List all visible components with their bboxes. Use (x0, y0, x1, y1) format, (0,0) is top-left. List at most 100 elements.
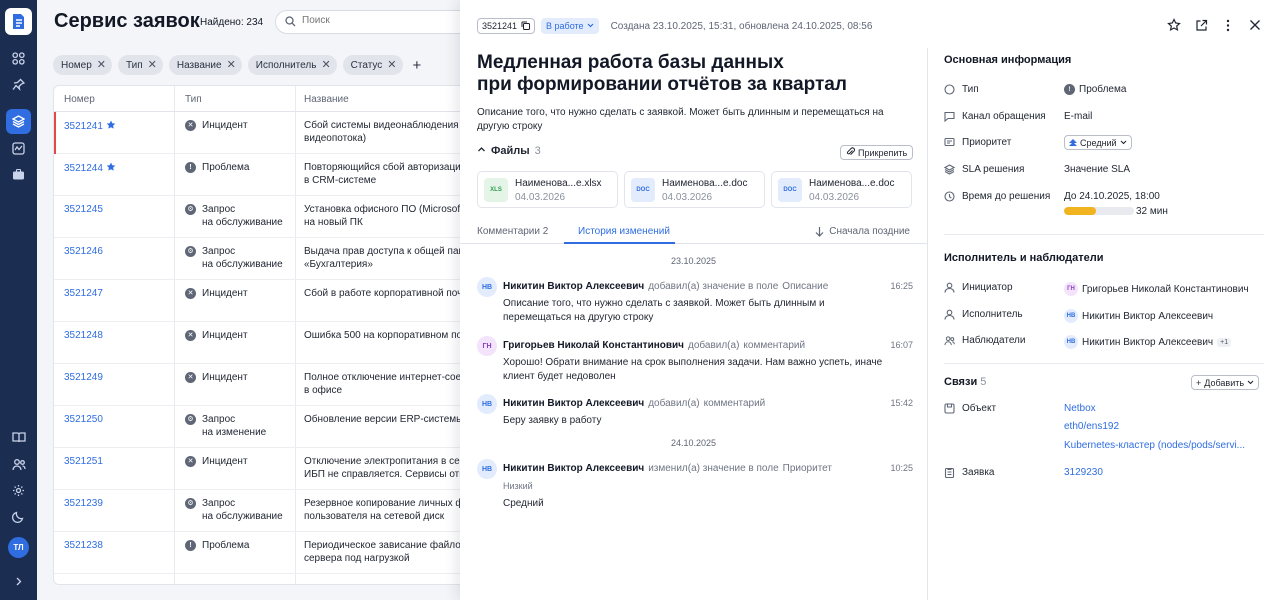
gear-circle-icon: ⚙ (185, 414, 196, 425)
moon-icon[interactable] (6, 504, 31, 529)
ticket-number-link[interactable]: 3521247 (64, 288, 103, 299)
tab-history[interactable]: История изменений (578, 226, 670, 237)
doc-file-icon: DOC (631, 178, 655, 202)
ticket-number-link[interactable]: 3521250 (64, 414, 103, 425)
ticket-number-link[interactable]: 3521241 (64, 121, 103, 132)
info-row-initiator: Инициатор ГН Григорьев Николай Константин… (944, 280, 1264, 298)
close-icon[interactable]: ✕ (227, 59, 236, 71)
table-row[interactable]: 3521251 ✕ Инцидент Отключение электропитани… (54, 448, 460, 490)
ticket-number-link[interactable]: 3521246 (64, 246, 103, 257)
chevron-down-icon (1247, 378, 1254, 388)
files-toggle[interactable]: Файлы 3 (477, 145, 541, 157)
book-icon[interactable] (6, 425, 31, 450)
close-icon[interactable]: ✕ (387, 59, 396, 71)
table-row[interactable]: 3521246 ⚙ Запрос на обслуживание Выдача прав… (54, 238, 460, 280)
table-row[interactable]: 3521241 ✕ Инцидент Сбой системы видеонаблюд… (54, 112, 460, 154)
more-watchers-badge[interactable]: +1 (1217, 337, 1232, 347)
search-box[interactable] (275, 10, 460, 34)
header-type[interactable]: Тип (185, 94, 202, 105)
app-logo-icon[interactable] (5, 8, 32, 35)
ticket-number-link[interactable]: 3521251 (64, 456, 103, 467)
star-icon[interactable] (1167, 18, 1181, 32)
search-icon (285, 16, 296, 30)
user-icon (944, 309, 955, 320)
attach-button[interactable]: Прикрепить (840, 145, 914, 160)
info-row-channel: Канал обращения E-mail (944, 109, 1264, 127)
avatar: ГН (477, 336, 497, 356)
user-avatar[interactable]: ТЛ (8, 537, 29, 558)
info-row-object-2: eth0/ens192 (944, 419, 1264, 437)
clipboard-icon (944, 467, 955, 478)
tab-comments[interactable]: Комментарии 2 (477, 226, 548, 237)
doc-file-icon: DOC (778, 178, 802, 202)
add-filter-icon[interactable]: + (413, 58, 422, 73)
table-row[interactable]: 3521245 ⚙ Запрос на обслуживание Установка о… (54, 196, 460, 238)
close-icon[interactable]: ✕ (148, 59, 157, 71)
object-link[interactable]: eth0/ens192 (1064, 421, 1119, 432)
gear-icon[interactable] (6, 478, 31, 503)
table-row[interactable]: 3521239 ⚙ Запрос на обслуживание Резервное к… (54, 490, 460, 532)
chevron-right-icon[interactable] (6, 569, 31, 594)
star-icon[interactable] (106, 120, 116, 133)
table-row[interactable]: 3521247 ✕ Инцидент Сбой в работе корпоратив… (54, 280, 460, 322)
star-icon[interactable] (106, 162, 116, 175)
filter-chip-status[interactable]: Статус ✕ (342, 55, 403, 75)
left-rail: ТЛ (0, 0, 37, 600)
sort-toggle[interactable]: Сначала поздние (815, 226, 910, 240)
divider (944, 363, 1264, 364)
table-header: Номер Тип Название (54, 86, 460, 112)
grid-icon[interactable] (6, 46, 31, 71)
close-icon[interactable]: ✕ (321, 59, 330, 71)
found-count: Найдено: 234 (200, 17, 264, 28)
ticket-description: Описание того, что нужно сделать с заявк… (477, 107, 884, 132)
header-name[interactable]: Название (304, 94, 349, 105)
filter-chip-type[interactable]: Тип ✕ (118, 55, 163, 75)
table-row[interactable]: 3521250 ⚙ Запрос на изменение Обновление вер… (54, 406, 460, 448)
table-row[interactable]: 3521248 ✕ Инцидент Ошибка 500 на корпоратив… (54, 322, 460, 364)
table-row[interactable]: 3521244! Проблема Повторяющийся сбой автор… (54, 154, 460, 196)
ticket-id-badge[interactable]: 3521241 (477, 18, 536, 34)
x-circle-icon: ✕ (185, 288, 196, 299)
pin-icon[interactable] (6, 72, 31, 97)
filter-chip-assignee[interactable]: Исполнитель ✕ (247, 55, 337, 75)
ticket-number-link[interactable]: 3521239 (64, 498, 103, 509)
activity-icon[interactable] (6, 136, 31, 161)
table-row[interactable]: 3521249 ✕ Инцидент Полное отключение интерн… (54, 364, 460, 406)
filter-chip-name[interactable]: Название ✕ (168, 55, 242, 75)
ticket-number-link[interactable]: 3521249 (64, 372, 103, 383)
file-card[interactable]: DOC Наименова...e.doc 04.03.2026 (624, 171, 765, 208)
plus-icon: + (1196, 377, 1202, 388)
object-link[interactable]: Kubernetes-кластер (nodes/pods/servi... (1064, 440, 1245, 451)
section-people: Исполнитель и наблюдатели (944, 252, 1104, 264)
ticket-number-link[interactable]: 3521238 (64, 540, 103, 551)
gear-circle-icon: ⚙ (185, 204, 196, 215)
search-input[interactable] (302, 15, 452, 26)
priority-dropdown[interactable]: Средний (1064, 135, 1132, 150)
layers-icon[interactable] (6, 109, 31, 134)
users-icon[interactable] (6, 452, 31, 477)
tickets-table: Номер Тип Название 3521241 ✕ Инцидент Сбой … (53, 85, 460, 585)
close-icon[interactable] (1248, 18, 1262, 32)
close-icon[interactable]: ✕ (97, 59, 106, 71)
gear-circle-icon: ⚙ (185, 246, 196, 257)
ticket-title: Медленная работа базы данных при формиро… (477, 52, 847, 95)
files-list: XLS Наименова...e.xlsx 04.03.2026 DOC На… (477, 171, 912, 208)
x-circle-icon: ✕ (185, 120, 196, 131)
file-card[interactable]: XLS Наименова...e.xlsx 04.03.2026 (477, 171, 618, 208)
add-link-button[interactable]: + Добавить (1191, 375, 1260, 390)
ticket-link[interactable]: 3129230 (1064, 467, 1103, 478)
external-link-icon[interactable] (1194, 18, 1208, 32)
more-vertical-icon[interactable] (1221, 18, 1235, 32)
briefcase-icon[interactable] (6, 162, 31, 187)
ticket-number-link[interactable]: 3521244 (64, 163, 103, 174)
header-number[interactable]: Номер (64, 94, 95, 105)
ticket-number-link[interactable]: 3521248 (64, 330, 103, 341)
detail-tabs: Комментарии 2 История изменений Сначала … (460, 218, 927, 244)
object-link[interactable]: Netbox (1064, 403, 1096, 414)
copy-icon[interactable] (521, 21, 531, 32)
table-row[interactable]: 3521238! Проблема Периодическое зависание … (54, 532, 460, 574)
filter-chip-number[interactable]: Номер ✕ (53, 55, 112, 75)
file-card[interactable]: DOC Наименова...e.doc 04.03.2026 (771, 171, 912, 208)
status-dropdown[interactable]: В работе (541, 18, 599, 34)
ticket-number-link[interactable]: 3521245 (64, 204, 103, 215)
